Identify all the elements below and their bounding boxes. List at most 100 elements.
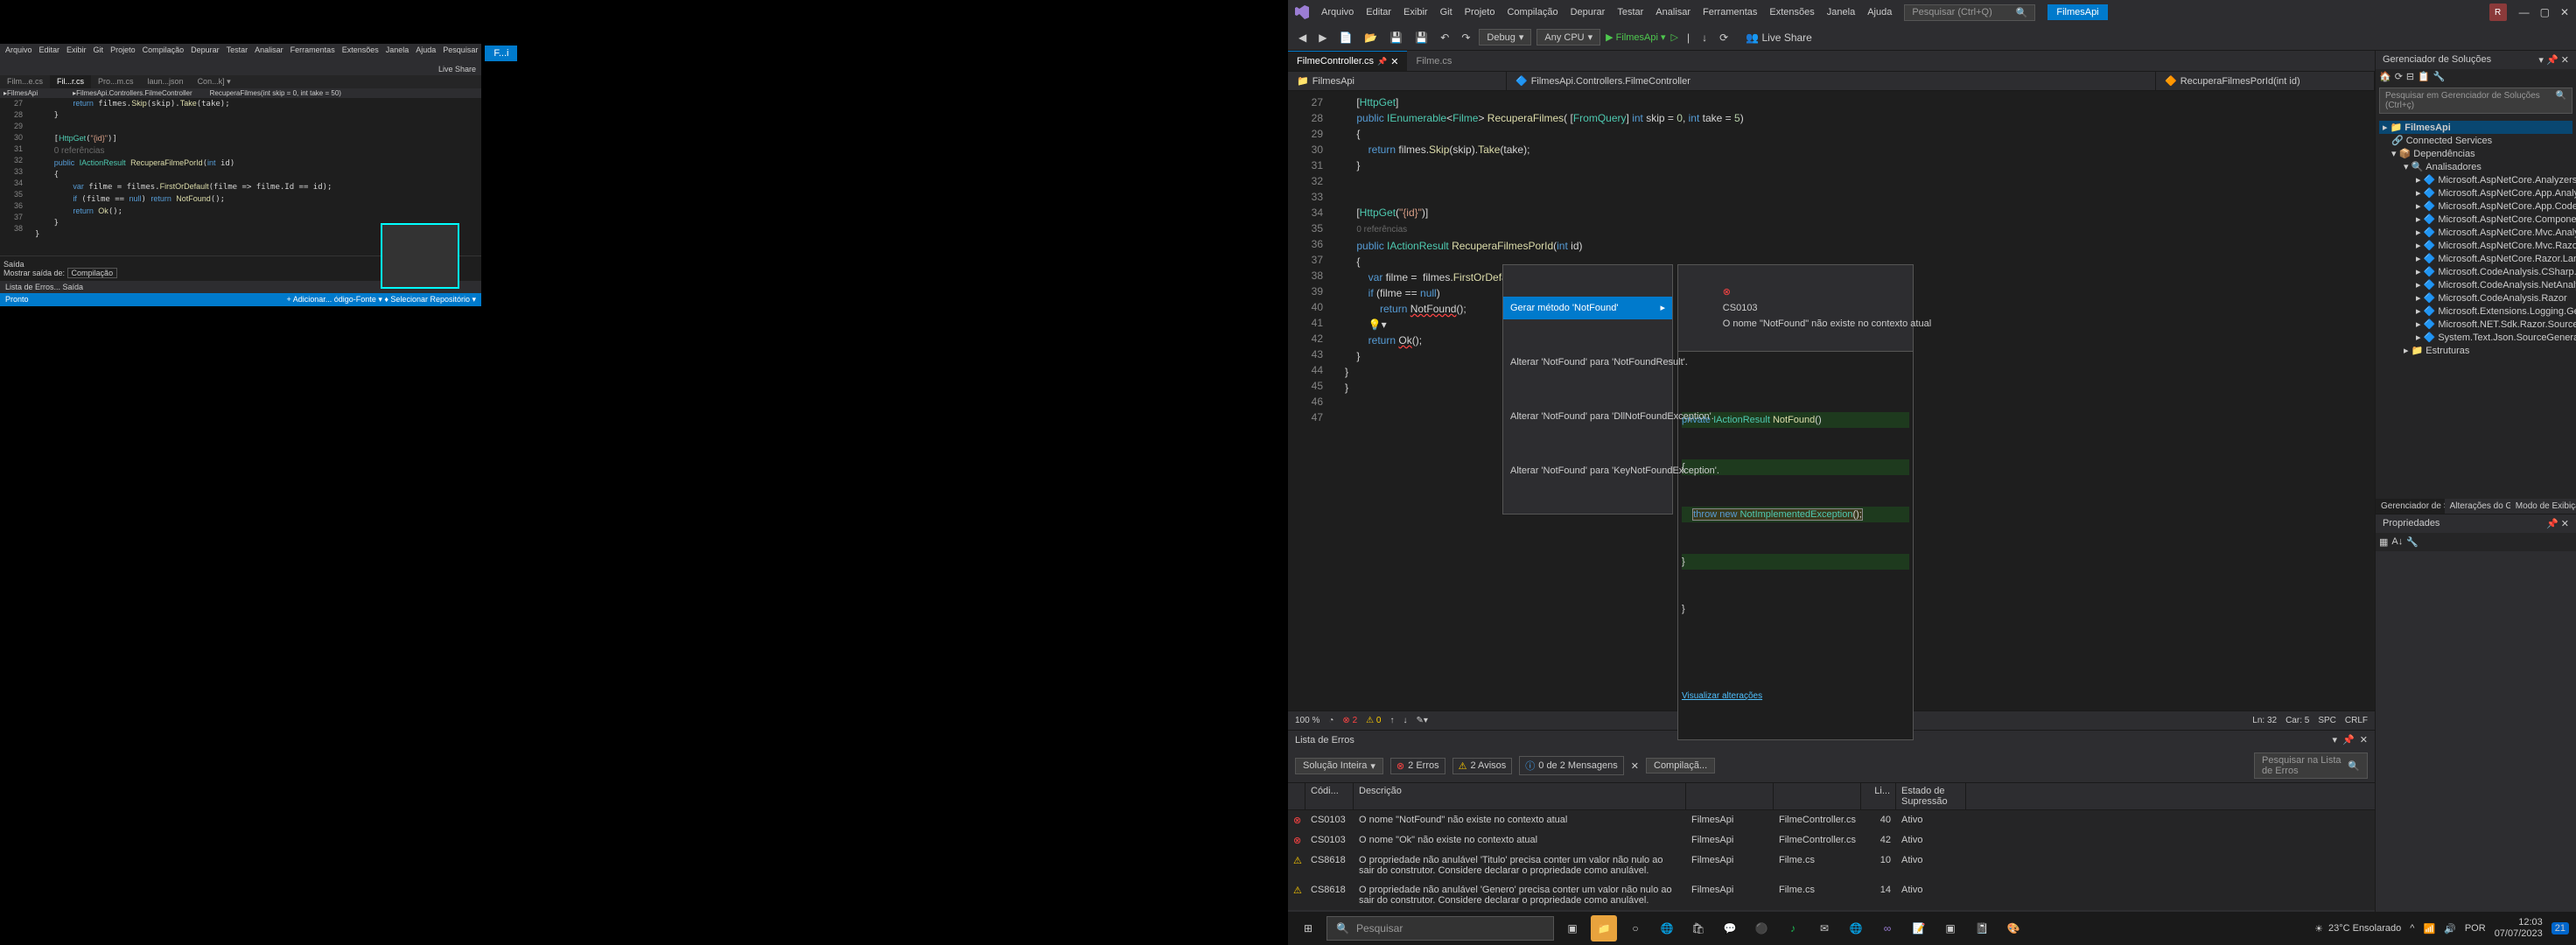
redo-icon[interactable]: ↷ bbox=[1458, 30, 1474, 46]
props-close-icon[interactable]: ✕ bbox=[2561, 519, 2569, 529]
col-code[interactable]: Códi... bbox=[1306, 783, 1354, 809]
menu-tools[interactable]: Ferramentas bbox=[290, 46, 335, 61]
minimize-icon[interactable]: — bbox=[2519, 6, 2530, 18]
open-icon[interactable]: 📂 bbox=[1361, 30, 1381, 46]
menu-ext[interactable]: Extensões bbox=[342, 46, 379, 61]
quick-action-generate[interactable]: Gerar método 'NotFound'▸ bbox=[1503, 297, 1672, 319]
close-tab-icon[interactable]: ✕ bbox=[1390, 56, 1398, 67]
error-row[interactable]: ⚠ CS8618 O propriedade não anulável 'Gen… bbox=[1288, 880, 2375, 910]
tree-analyzer-item[interactable]: ▸ 🔷 Microsoft.CodeAnalysis.CSharp.NetAna… bbox=[2379, 265, 2572, 278]
sol-tab-git[interactable]: Alterações do Gi... bbox=[2445, 499, 2510, 514]
menu-analyze[interactable]: Analisar bbox=[1656, 7, 1690, 18]
menu-window[interactable]: Janela bbox=[386, 46, 410, 61]
menu-debug[interactable]: Depurar bbox=[191, 46, 220, 61]
nav-up-icon[interactable]: ↑ bbox=[1390, 716, 1394, 725]
menu-debug[interactable]: Depurar bbox=[1571, 7, 1606, 18]
tree-analyzer-item[interactable]: ▸ 🔷 Microsoft.AspNetCore.Mvc.Razor.Exten bbox=[2379, 239, 2572, 252]
nav-down-icon[interactable]: ↓ bbox=[1403, 716, 1407, 725]
solution-search[interactable]: Pesquisar em Gerenciador de Soluções (Ct… bbox=[2379, 88, 2572, 114]
menu-help[interactable]: Ajuda bbox=[416, 46, 436, 61]
tree-analyzer-item[interactable]: ▸ 🔷 Microsoft.AspNetCore.Razor.Language bbox=[2379, 252, 2572, 265]
se-dropdown-icon[interactable]: ▾ bbox=[2538, 55, 2544, 66]
preview-changes-link[interactable]: Visualizar alterações bbox=[1682, 689, 1909, 704]
error-row[interactable]: ⊗ CS0103 O nome "Ok" não existe no conte… bbox=[1288, 830, 2375, 850]
zoom-level[interactable]: 100 % bbox=[1295, 716, 1320, 725]
menu-git[interactable]: Git bbox=[1440, 7, 1452, 18]
mini-tab-filme[interactable]: Film...e.cs bbox=[0, 75, 50, 88]
sync-icon[interactable]: ⟳ bbox=[2395, 71, 2403, 82]
panel-pin-icon[interactable]: 📌 bbox=[2342, 734, 2355, 746]
props-cat-icon[interactable]: ▦ bbox=[2379, 536, 2388, 548]
menu-build[interactable]: Compilação bbox=[1507, 7, 1558, 18]
save-icon[interactable]: 💾 bbox=[1386, 30, 1406, 46]
vs-icon[interactable]: ∞ bbox=[1874, 915, 1900, 942]
volume-icon[interactable]: 🔊 bbox=[2444, 923, 2456, 934]
tree-analyzer-item[interactable]: ▸ 🔷 System.Text.Json.SourceGeneration bbox=[2379, 331, 2572, 344]
store-icon[interactable]: 🛍 bbox=[1685, 915, 1712, 942]
mini-live-share[interactable]: Live Share bbox=[438, 65, 476, 74]
mini-output-tab[interactable]: Saída bbox=[63, 283, 84, 291]
tree-analyzer-item[interactable]: ▸ 🔷 Microsoft.CodeAnalysis.NetAnalyzers bbox=[2379, 278, 2572, 291]
language-icon[interactable]: POR bbox=[2465, 923, 2486, 934]
mini-nav-class[interactable]: ▸FilmesApi.Controllers.FilmeController bbox=[73, 89, 192, 97]
nav-class[interactable]: 🔷 FilmesApi.Controllers.FilmeController bbox=[1507, 72, 2156, 90]
menu-build[interactable]: Compilação bbox=[143, 46, 185, 61]
menu-analyze[interactable]: Analisar bbox=[255, 46, 284, 61]
run-button[interactable]: ▶ FilmesApi ▾ bbox=[1606, 32, 1665, 43]
tray-chevron-icon[interactable]: ^ bbox=[2410, 923, 2414, 934]
col-state[interactable]: Estado de Supressão bbox=[1896, 783, 1966, 809]
collapse-icon[interactable]: ⊟ bbox=[2406, 71, 2414, 82]
tree-analyzer-item[interactable]: ▸ 🔷 Microsoft.CodeAnalysis.Razor bbox=[2379, 291, 2572, 304]
warnings-filter[interactable]: ⚠2 Avisos bbox=[1452, 758, 1513, 774]
user-avatar[interactable]: R bbox=[2489, 4, 2507, 21]
sol-tab-explorer[interactable]: Gerenciador de S... bbox=[2376, 499, 2445, 514]
warn-count-icon[interactable]: ⚠ 0 bbox=[1366, 716, 1381, 725]
clock[interactable]: 12:03 07/07/2023 bbox=[2495, 917, 2543, 940]
tree-deps[interactable]: ▾ 📦 Dependências bbox=[2379, 147, 2572, 160]
scope-dropdown[interactable]: Solução Inteira ▾ bbox=[1295, 758, 1383, 774]
mini-tab-launch[interactable]: laun...json bbox=[141, 75, 191, 88]
menu-help[interactable]: Ajuda bbox=[1867, 7, 1892, 18]
menu-view[interactable]: Exibir bbox=[66, 46, 87, 61]
properties-icon[interactable]: 🔧 bbox=[2433, 71, 2446, 82]
quick-action-3[interactable]: Alterar 'NotFound' para 'KeyNotFoundExce… bbox=[1503, 459, 1672, 482]
platform-dropdown[interactable]: Any CPU▾ bbox=[1536, 29, 1600, 46]
mini-nav-method[interactable]: RecuperaFilmes(int skip = 0, int take = … bbox=[210, 89, 341, 97]
props-wrench-icon[interactable]: 🔧 bbox=[2406, 536, 2418, 548]
start-button[interactable]: ⊞ bbox=[1295, 915, 1321, 942]
discord-icon[interactable]: 💬 bbox=[1717, 915, 1743, 942]
tree-analyzers[interactable]: ▾ 🔍 Analisadores bbox=[2379, 160, 2572, 173]
col-line[interactable]: Li... bbox=[1861, 783, 1896, 809]
build-filter[interactable]: Compilaçã... bbox=[1646, 758, 1715, 774]
menu-file[interactable]: Arquivo bbox=[5, 46, 32, 61]
tree-connected[interactable]: 🔗 Connected Services bbox=[2379, 134, 2572, 147]
tree-analyzer-item[interactable]: ▸ 🔷 Microsoft.AspNetCore.App.CodeFixes bbox=[2379, 200, 2572, 213]
task-view-icon[interactable]: ▣ bbox=[1559, 915, 1586, 942]
menu-test[interactable]: Testar bbox=[227, 46, 248, 61]
tab-filme[interactable]: Filme.cs bbox=[1407, 51, 1460, 71]
error-search[interactable]: Pesquisar na Lista de Erros🔍 bbox=[2254, 752, 2368, 779]
menu-file[interactable]: Arquivo bbox=[1321, 7, 1354, 18]
col-desc[interactable]: Descrição bbox=[1354, 783, 1686, 809]
forward-icon[interactable]: ▶ bbox=[1315, 30, 1330, 46]
chrome-icon[interactable]: 🌐 bbox=[1843, 915, 1869, 942]
error-count-icon[interactable]: ⊗ 2 bbox=[1342, 716, 1357, 725]
tab-filmecontroller[interactable]: FilmeController.cs 📌 ✕ bbox=[1288, 51, 1407, 71]
code-editor[interactable]: 2728293031323334353637383940414243444546… bbox=[1288, 91, 2375, 710]
menu-window[interactable]: Janela bbox=[1827, 7, 1855, 18]
maximize-icon[interactable]: ▢ bbox=[2540, 6, 2550, 18]
error-row[interactable]: ⊗ CS0103 O nome "NotFound" não existe no… bbox=[1288, 810, 2375, 830]
nav-method[interactable]: 🔶 RecuperaFilmesPorId(int id) bbox=[2156, 72, 2375, 90]
tree-analyzer-item[interactable]: ▸ 🔷 Microsoft.AspNetCore.Mvc.Analyzers bbox=[2379, 226, 2572, 239]
global-search[interactable]: Pesquisar (Ctrl+Q) 🔍 bbox=[1904, 4, 2035, 21]
home-icon[interactable]: 🏠 bbox=[2379, 71, 2391, 82]
menu-git[interactable]: Git bbox=[94, 46, 104, 61]
spotify-icon[interactable]: ♪ bbox=[1780, 915, 1806, 942]
weather-widget[interactable]: ☀ 23°C Ensolarado bbox=[2314, 923, 2401, 934]
live-share-button[interactable]: 👥 Live Share bbox=[1742, 30, 1816, 46]
mini-menubar[interactable]: Arquivo Editar Exibir Git Projeto Compil… bbox=[0, 44, 481, 63]
menu-edit[interactable]: Editar bbox=[1366, 7, 1391, 18]
show-all-icon[interactable]: 📋 bbox=[2418, 71, 2430, 82]
mini-tab-controller[interactable]: Fil...r.cs bbox=[50, 75, 91, 88]
close-icon[interactable]: ✕ bbox=[2560, 6, 2569, 18]
